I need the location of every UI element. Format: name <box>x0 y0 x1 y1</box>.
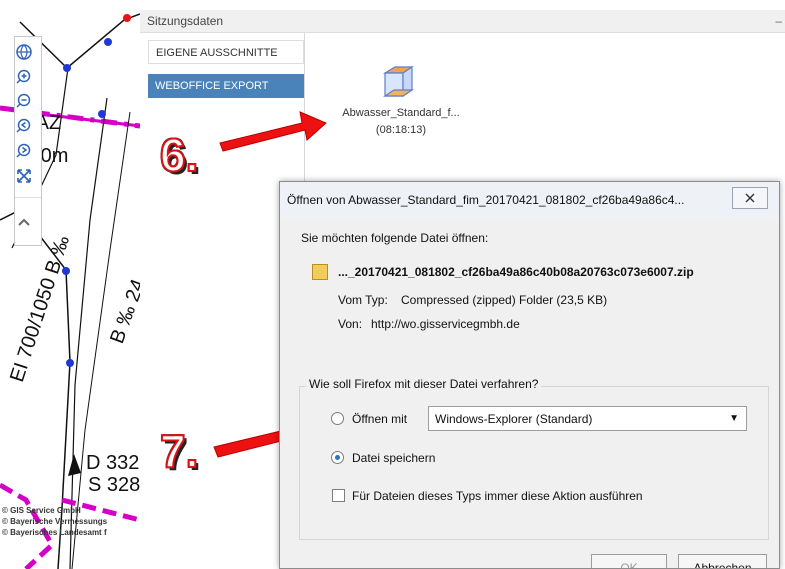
from-label: Von: <box>338 317 363 331</box>
from-value: http://wo.gisservicegmbh.de <box>371 317 520 331</box>
close-icon <box>745 193 755 203</box>
nav-eigene-ausschnitte[interactable]: EIGENE AUSSCHNITTE <box>148 40 304 64</box>
export-file-time: (08:18:13) <box>375 124 427 136</box>
map-copyright-line: © Bayerisches Landesamt f <box>2 528 107 537</box>
application-select[interactable]: Windows-Explorer (Standard) ▼ <box>428 406 747 431</box>
type-value: Compressed (zipped) Folder (23,5 KB) <box>401 293 608 307</box>
export-file-name: Abwasser_Standard_f... <box>342 107 460 119</box>
dialog-title: Öffnen von Abwasser_Standard_fim_2017042… <box>287 193 685 207</box>
always-action-checkbox[interactable] <box>332 489 345 502</box>
full-extent-icon[interactable] <box>15 167 33 185</box>
dialog-prompt: Sie möchten folgende Datei öffnen: <box>301 231 489 245</box>
close-button[interactable] <box>732 187 768 209</box>
map-copyright-line: © Bayerische Vermessungs <box>2 517 108 526</box>
save-file-label[interactable]: Datei speichern <box>352 451 435 465</box>
export-file-item[interactable]: Abwasser_Standard_f... (08:18:13) <box>326 62 476 154</box>
collapse-icon[interactable] <box>15 214 33 232</box>
nav-weboffice-export[interactable]: WEBOFFICE EXPORT <box>148 74 304 98</box>
open-with-radio[interactable] <box>331 412 344 425</box>
application-select-value: Windows-Explorer (Standard) <box>435 412 593 426</box>
map-view[interactable]: 0 AZ 7,0m B ‰ 24 EI 700/1050 B ‰ D 332 S… <box>0 0 140 569</box>
session-titlebar: Sitzungsdaten – <box>140 10 785 33</box>
action-group-label: Wie soll Firefox mit dieser Datei verfah… <box>306 377 542 391</box>
zoom-next-icon[interactable] <box>15 142 33 160</box>
map-label-s328: S 328 <box>88 474 140 496</box>
dialog-titlebar: Öffnen von Abwasser_Standard_fim_2017042… <box>280 182 779 219</box>
step-seven-label: 7. <box>159 424 199 478</box>
type-label: Vom Typ: <box>338 293 388 307</box>
file-download-dialog: Öffnen von Abwasser_Standard_fim_2017042… <box>279 181 780 569</box>
open-with-label[interactable]: Öffnen mit <box>352 412 407 426</box>
chevron-down-icon: ▼ <box>729 413 739 424</box>
map-copyright-line: © GIS Service GmbH <box>2 506 81 515</box>
zip-file-icon <box>312 264 328 280</box>
map-toolbar <box>14 36 42 246</box>
always-action-label[interactable]: Für Dateien dieses Typs immer diese Akti… <box>352 489 643 503</box>
zoom-previous-icon[interactable] <box>15 117 33 135</box>
zoom-out-icon[interactable] <box>15 92 33 110</box>
file-name: ..._20170421_081802_cf26ba49a86c40b08a20… <box>338 265 694 279</box>
step-six-label: 6. <box>159 128 199 182</box>
globe-icon[interactable] <box>15 43 33 61</box>
zoom-in-icon[interactable] <box>15 68 33 86</box>
minimize-button[interactable]: – <box>775 14 782 28</box>
map-label-d332: D 332 <box>86 452 140 474</box>
cube-icon <box>382 65 414 98</box>
dialog-body: Sie möchten folgende Datei öffnen: ..._2… <box>280 218 779 568</box>
session-title: Sitzungsdaten <box>147 14 224 28</box>
cancel-button[interactable]: Abbrechen <box>678 554 767 568</box>
save-file-radio[interactable] <box>331 451 344 464</box>
ok-button[interactable]: OK <box>591 554 667 568</box>
